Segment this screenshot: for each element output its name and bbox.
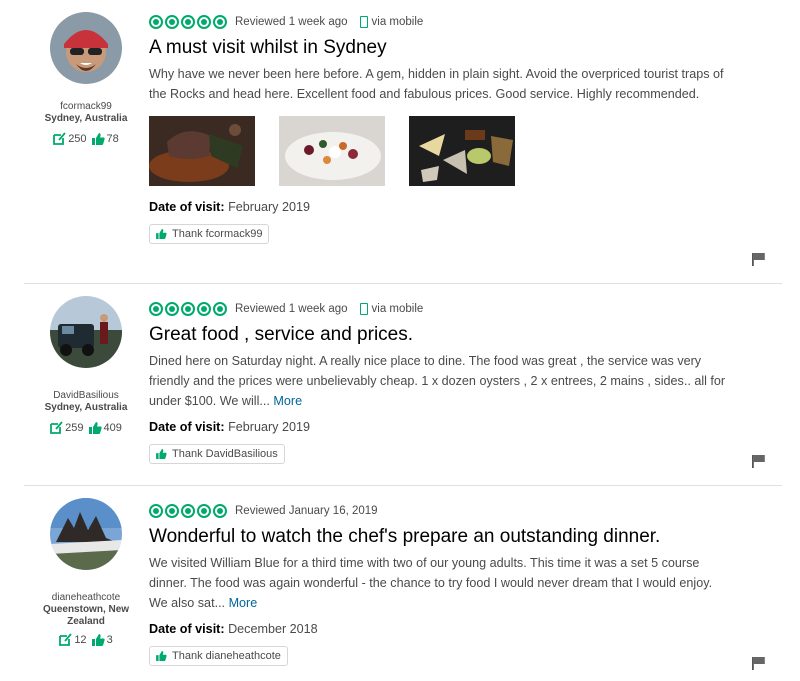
rating-bubble-icon (165, 302, 179, 316)
user-location: Queenstown, New Zealand (42, 604, 130, 627)
thumbs-up-icon (91, 132, 105, 145)
date-of-visit: Date of visit: December 2018 (149, 622, 749, 636)
thank-button[interactable]: Thank dianeheathcote (149, 646, 288, 666)
review-date: Reviewed 1 week ago (235, 303, 348, 315)
review-count-icon (50, 421, 63, 434)
review-photo[interactable] (279, 116, 385, 186)
user-location: Sydney, Australia (44, 113, 128, 124)
review-body: Why have we never been here before. A ge… (149, 67, 724, 101)
review-content: Reviewed 1 week ago via mobile A must vi… (149, 13, 749, 244)
user-location: Sydney, Australia (44, 402, 128, 413)
thumbs-up-icon (156, 229, 167, 239)
thank-label: Thank fcormack99 (172, 228, 263, 240)
review-count: 259 (65, 421, 84, 434)
via-mobile-label: via mobile (371, 16, 424, 28)
date-of-visit-value: February 2019 (228, 420, 310, 434)
date-of-visit-value: December 2018 (228, 622, 318, 636)
via-mobile: via mobile (359, 303, 424, 315)
review-date: Reviewed January 16, 2019 (235, 505, 378, 517)
thumbs-up-icon (88, 421, 102, 434)
review-count: 12 (74, 633, 87, 646)
rating-bubble-icon (149, 302, 163, 316)
review-body: Dined here on Saturday night. A really n… (149, 354, 726, 408)
date-of-visit: Date of visit: February 2019 (149, 200, 749, 214)
review-photo[interactable] (149, 116, 255, 186)
rating-bubble-icon (165, 15, 179, 29)
user-info: fcormack99 Sydney, Australia 250 78 (24, 100, 148, 145)
review-card: dianeheathcote Queenstown, New Zealand 1… (0, 486, 800, 681)
thank-label: Thank dianeheathcote (172, 650, 281, 662)
helpful-votes: 3 (106, 633, 113, 646)
rating-bubble-icon (197, 15, 211, 29)
rating-bubbles (149, 15, 227, 29)
review-card: DavidBasilious Sydney, Australia 259 409… (0, 284, 800, 485)
helpful-votes: 78 (106, 132, 119, 145)
rating-bubble-icon (149, 15, 163, 29)
user-stats: 12 3 (24, 633, 148, 646)
review-photo[interactable] (409, 116, 515, 186)
rating-bubble-icon (197, 504, 211, 518)
username[interactable]: fcormack99 (24, 100, 148, 113)
user-stats: 259 409 (24, 421, 148, 434)
via-mobile: via mobile (359, 16, 424, 28)
rating-bubble-icon (181, 504, 195, 518)
review-count-icon (53, 132, 66, 145)
flag-icon[interactable] (752, 252, 766, 266)
review-count: 250 (68, 132, 87, 145)
thumbs-up-icon (156, 449, 167, 459)
review-meta: Reviewed 1 week ago via mobile (149, 300, 749, 318)
date-of-visit-label: Date of visit: (149, 622, 225, 636)
review-count-icon (59, 633, 72, 646)
date-of-visit: Date of visit: February 2019 (149, 420, 749, 434)
rating-bubble-icon (165, 504, 179, 518)
thumbs-up-icon (91, 633, 105, 646)
review-title[interactable]: Wonderful to watch the chef's prepare an… (149, 526, 749, 548)
review-title[interactable]: Great food , service and prices. (149, 324, 749, 346)
rating-bubble-icon (149, 504, 163, 518)
user-info: dianeheathcote Queenstown, New Zealand 1… (24, 591, 148, 646)
thank-button[interactable]: Thank fcormack99 (149, 224, 270, 244)
mobile-phone-icon (359, 16, 368, 28)
rating-bubble-icon (181, 15, 195, 29)
user-stats: 250 78 (24, 132, 148, 145)
username[interactable]: DavidBasilious (24, 389, 148, 402)
review-meta: Reviewed 1 week ago via mobile (149, 13, 749, 31)
review-text: We visited William Blue for a third time… (149, 553, 729, 613)
via-mobile-label: via mobile (371, 303, 424, 315)
date-of-visit-label: Date of visit: (149, 200, 225, 214)
rating-bubble-icon (197, 302, 211, 316)
more-link[interactable]: More (273, 394, 302, 408)
rating-bubble-icon (181, 302, 195, 316)
more-link[interactable]: More (229, 596, 258, 610)
flag-icon[interactable] (752, 454, 766, 468)
review-text: Dined here on Saturday night. A really n… (149, 351, 729, 411)
rating-bubble-icon (213, 15, 227, 29)
user-info: DavidBasilious Sydney, Australia 259 409 (24, 389, 148, 434)
review-card: fcormack99 Sydney, Australia 250 78 Revi… (0, 0, 800, 283)
review-content: Reviewed 1 week ago via mobile Great foo… (149, 300, 749, 464)
date-of-visit-value: February 2019 (228, 200, 310, 214)
review-text: Why have we never been here before. A ge… (149, 64, 729, 104)
thank-button[interactable]: Thank DavidBasilious (149, 444, 285, 464)
rating-bubble-icon (213, 504, 227, 518)
thumbs-up-icon (156, 651, 167, 661)
review-content: Reviewed January 16, 2019 Wonderful to w… (149, 502, 749, 666)
rating-bubbles (149, 504, 227, 518)
mobile-phone-icon (359, 303, 368, 315)
date-of-visit-label: Date of visit: (149, 420, 225, 434)
avatar[interactable] (50, 12, 122, 84)
helpful-votes: 409 (103, 421, 122, 434)
review-date: Reviewed 1 week ago (235, 16, 348, 28)
avatar[interactable] (50, 498, 122, 570)
flag-icon[interactable] (752, 656, 766, 670)
thank-label: Thank DavidBasilious (172, 448, 278, 460)
rating-bubbles (149, 302, 227, 316)
rating-bubble-icon (213, 302, 227, 316)
review-photos (149, 116, 749, 186)
username[interactable]: dianeheathcote (24, 591, 148, 604)
review-title[interactable]: A must visit whilst in Sydney (149, 37, 749, 59)
avatar[interactable] (50, 296, 122, 368)
review-meta: Reviewed January 16, 2019 (149, 502, 749, 520)
